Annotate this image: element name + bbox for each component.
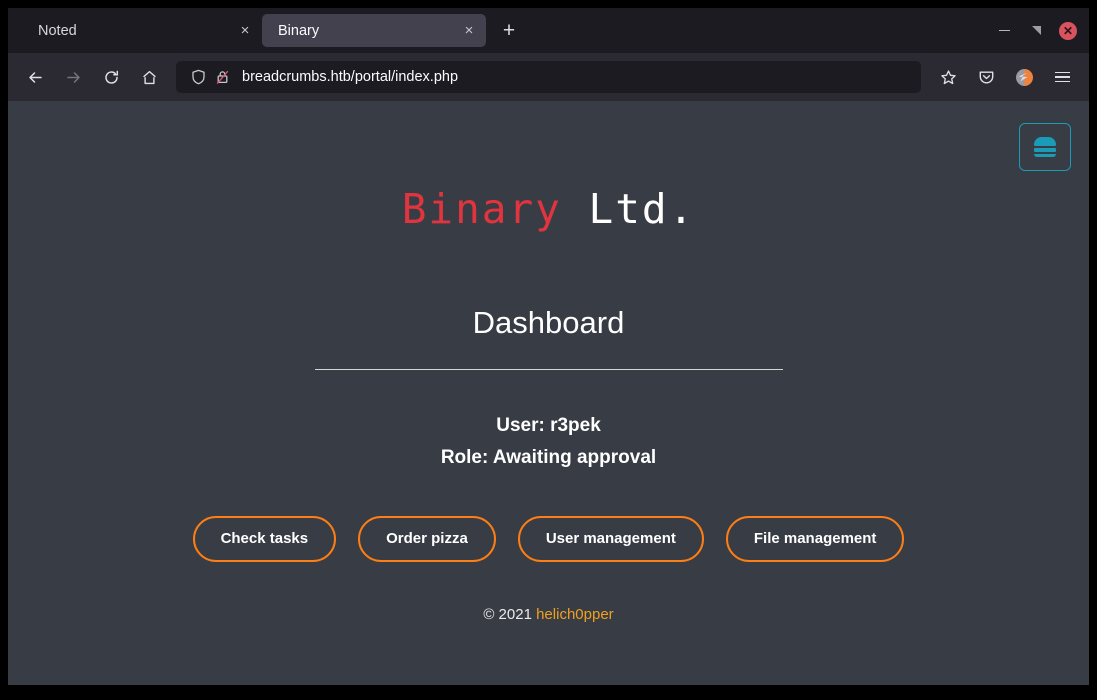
- close-glyph: ✕: [1059, 22, 1077, 40]
- file-management-button[interactable]: File management: [726, 516, 905, 562]
- tab-close-icon[interactable]: ×: [458, 20, 480, 42]
- firefox-account-icon[interactable]: [1008, 61, 1040, 93]
- forward-icon[interactable]: [57, 61, 89, 93]
- bookmark-star-icon[interactable]: [932, 61, 964, 93]
- heading-divider: [315, 369, 783, 370]
- check-tasks-button[interactable]: Check tasks: [193, 516, 337, 562]
- back-icon[interactable]: [19, 61, 51, 93]
- new-tab-icon[interactable]: +: [494, 16, 524, 46]
- navigation-toolbar: breadcrumbs.htb/portal/index.php: [8, 53, 1089, 101]
- user-line: User: r3pek: [315, 410, 783, 442]
- author-link[interactable]: helich0pper: [536, 606, 614, 623]
- dashboard-container: Dashboard User: r3pek Role: Awaiting app…: [315, 230, 783, 474]
- user-info-block: User: r3pek Role: Awaiting approval: [315, 410, 783, 474]
- pocket-icon[interactable]: [970, 61, 1002, 93]
- reload-icon[interactable]: [95, 61, 127, 93]
- copyright-text: © 2021: [483, 606, 536, 623]
- brand-name: Binary: [402, 185, 562, 233]
- browser-tab-binary[interactable]: Binary ×: [262, 14, 486, 47]
- tab-strip: Noted × Binary × + ✕: [8, 8, 1089, 53]
- order-pizza-button[interactable]: Order pizza: [358, 516, 496, 562]
- browser-tab-noted[interactable]: Noted ×: [22, 14, 262, 47]
- page-title: Dashboard: [315, 304, 783, 341]
- tab-title: Noted: [38, 23, 234, 39]
- url-bar[interactable]: breadcrumbs.htb/portal/index.php: [176, 61, 921, 93]
- user-management-button[interactable]: User management: [518, 516, 704, 562]
- brand-suffix: Ltd.: [562, 185, 695, 233]
- browser-window: Noted × Binary × + ✕: [8, 8, 1089, 685]
- insecure-connection-lock-icon[interactable]: [210, 65, 234, 89]
- minimize-icon[interactable]: [989, 16, 1019, 46]
- role-line: Role: Awaiting approval: [315, 442, 783, 474]
- site-brand-title: Binary Ltd.: [8, 101, 1089, 230]
- tracking-protection-shield-icon[interactable]: [186, 65, 210, 89]
- avatar: [1016, 69, 1033, 86]
- action-button-row: Check tasks Order pizza User management …: [8, 516, 1089, 562]
- app-menu-icon[interactable]: [1046, 61, 1078, 93]
- hamburger-icon: [1034, 137, 1056, 157]
- home-icon[interactable]: [133, 61, 165, 93]
- navbar-toggle-button[interactable]: [1019, 123, 1071, 171]
- page-footer: © 2021 helich0pper: [8, 606, 1089, 623]
- tab-title: Binary: [278, 23, 458, 39]
- window-controls: ✕: [989, 8, 1083, 53]
- close-icon[interactable]: ✕: [1053, 16, 1083, 46]
- page-content: Binary Ltd. Dashboard User: r3pek Role: …: [8, 101, 1089, 685]
- url-text[interactable]: breadcrumbs.htb/portal/index.php: [242, 69, 911, 85]
- maximize-icon[interactable]: [1021, 16, 1051, 46]
- tab-close-icon[interactable]: ×: [234, 20, 256, 42]
